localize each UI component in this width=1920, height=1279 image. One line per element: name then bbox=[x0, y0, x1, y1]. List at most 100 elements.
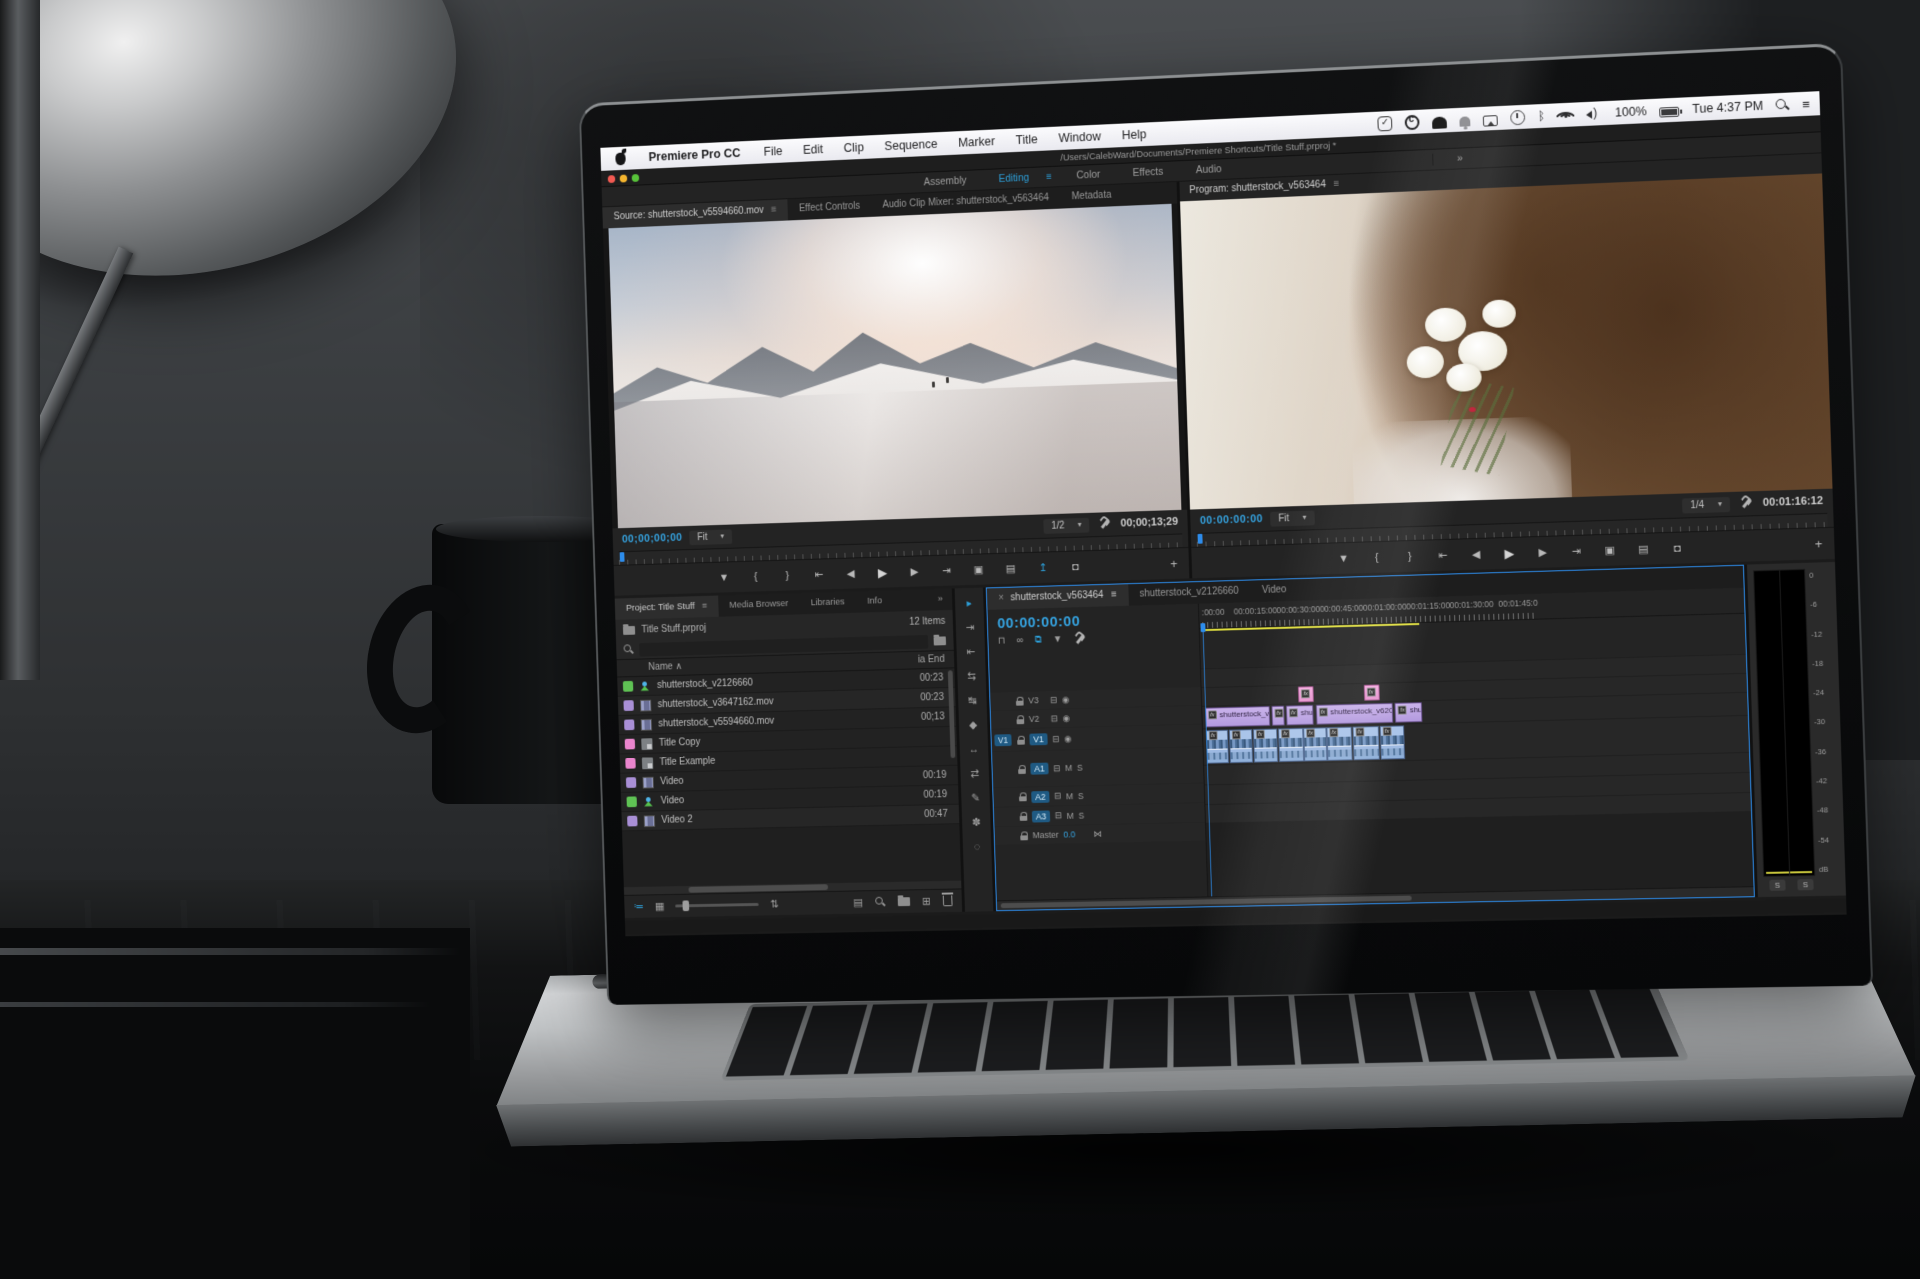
icon-view-button[interactable]: ▦ bbox=[655, 900, 665, 913]
lock-icon[interactable] bbox=[1017, 735, 1025, 744]
solo-button[interactable]: S bbox=[1078, 791, 1084, 801]
lock-icon[interactable] bbox=[1020, 812, 1028, 821]
menu-sequence[interactable]: Sequence bbox=[874, 137, 948, 154]
settings-wrench-icon[interactable] bbox=[1740, 497, 1753, 510]
mark-out-button[interactable]: } bbox=[781, 570, 794, 582]
close-icon[interactable]: × bbox=[998, 593, 1004, 604]
video-clip[interactable]: fxshutt bbox=[1395, 702, 1423, 722]
automate-to-sequence-button[interactable]: ▤ bbox=[853, 896, 863, 909]
source-playhead[interactable] bbox=[620, 552, 625, 562]
linked-selection-icon[interactable]: ∞ bbox=[1016, 635, 1023, 653]
audio-clip[interactable]: fx bbox=[1303, 727, 1327, 761]
graphics-clip[interactable]: fx bbox=[1298, 686, 1314, 702]
step-forward-button[interactable]: ▶ bbox=[908, 565, 922, 578]
menu-clip[interactable]: Clip bbox=[833, 140, 874, 155]
slide-tool[interactable]: ⇄ bbox=[966, 766, 983, 782]
rolling-edit-tool[interactable]: ⇆ bbox=[963, 669, 980, 685]
program-video-viewer[interactable] bbox=[1180, 173, 1832, 509]
video-clip[interactable]: fxshutt bbox=[1286, 705, 1314, 725]
track-options-icon[interactable]: ⊟ bbox=[1053, 763, 1061, 774]
lock-icon[interactable] bbox=[1018, 765, 1026, 774]
slip-tool[interactable]: ↔ bbox=[965, 742, 982, 758]
panel-menu-icon[interactable]: ≡ bbox=[1111, 589, 1117, 600]
find-button[interactable] bbox=[875, 897, 886, 908]
delete-button[interactable] bbox=[943, 895, 953, 906]
new-bin-button[interactable] bbox=[897, 897, 909, 906]
menu-marker[interactable]: Marker bbox=[948, 134, 1006, 150]
menubar-clock[interactable]: Tue 4:37 PM bbox=[1692, 99, 1763, 116]
add-marker-button[interactable]: ▼ bbox=[1337, 552, 1351, 564]
master-level[interactable]: 0.0 bbox=[1063, 829, 1075, 839]
notification-center-icon[interactable]: ≡ bbox=[1802, 96, 1810, 111]
thumbnail-zoom-slider[interactable] bbox=[676, 903, 760, 907]
nest-icon[interactable]: ⧉ bbox=[1035, 635, 1042, 653]
workspace-assembly[interactable]: Assembly bbox=[908, 172, 982, 191]
program-current-timecode[interactable]: 00:00:00:00 bbox=[1200, 513, 1263, 527]
menu-edit[interactable]: Edit bbox=[793, 142, 834, 157]
hand-tool[interactable]: ✽ bbox=[968, 815, 985, 831]
panel-menu-icon[interactable]: ≡ bbox=[702, 601, 707, 612]
track-options-icon[interactable]: ⊟ bbox=[1050, 713, 1058, 724]
traffic-lights[interactable] bbox=[608, 174, 640, 183]
label-chip-green[interactable] bbox=[626, 796, 636, 807]
mute-button[interactable]: M bbox=[1065, 763, 1072, 773]
lock-icon[interactable] bbox=[1019, 792, 1027, 801]
mark-in-button[interactable]: { bbox=[749, 570, 762, 582]
source-video-viewer[interactable] bbox=[603, 204, 1187, 529]
program-resolution-dropdown[interactable]: 1/4▾ bbox=[1682, 496, 1730, 513]
program-playhead[interactable] bbox=[1198, 534, 1203, 544]
solo-right-button[interactable]: S bbox=[1798, 879, 1814, 890]
panel-overflow-icon[interactable]: » bbox=[928, 588, 953, 610]
hat-menu-icon[interactable] bbox=[1432, 116, 1447, 129]
workspace-effects[interactable]: Effects bbox=[1117, 163, 1179, 181]
goto-in-button[interactable]: ⇤ bbox=[1436, 549, 1450, 562]
insert-button[interactable]: ▣ bbox=[972, 563, 986, 576]
menu-help[interactable]: Help bbox=[1111, 127, 1157, 143]
label-chip-pink[interactable] bbox=[625, 758, 635, 769]
play-button[interactable]: ▶ bbox=[876, 565, 890, 581]
bell-icon[interactable] bbox=[1459, 116, 1470, 126]
source-patch-v1[interactable]: V1 bbox=[994, 734, 1012, 746]
lift-button[interactable]: ▣ bbox=[1603, 544, 1617, 557]
track-header-master[interactable]: Master 0.0 ⋈ bbox=[994, 823, 1205, 845]
solo-left-button[interactable]: S bbox=[1770, 879, 1786, 890]
menu-app-name[interactable]: Premiere Pro CC bbox=[638, 146, 754, 165]
video-clip[interactable]: fxshutterstock_v6208448 bbox=[1315, 703, 1392, 725]
menu-title[interactable]: Title bbox=[1005, 132, 1048, 148]
label-chip-pink[interactable] bbox=[625, 739, 635, 750]
battery-icon[interactable] bbox=[1659, 107, 1679, 118]
tab-metadata[interactable]: Metadata bbox=[1060, 184, 1123, 208]
workspace-audio[interactable]: Audio bbox=[1180, 161, 1237, 179]
button-editor-plus[interactable]: + bbox=[1814, 536, 1822, 551]
panel-menu-icon[interactable]: ≡ bbox=[771, 205, 777, 216]
wifi-icon[interactable] bbox=[1558, 107, 1574, 123]
play-button[interactable]: ▶ bbox=[1502, 545, 1516, 561]
sync-lock-icon[interactable]: ◉ bbox=[1064, 733, 1072, 744]
overwrite-button[interactable]: ▤ bbox=[1004, 562, 1018, 575]
filter-bin-icon[interactable] bbox=[934, 636, 947, 645]
tab-libraries[interactable]: Libraries bbox=[799, 591, 856, 614]
airplay-icon[interactable] bbox=[1483, 115, 1498, 127]
workspace-menu-icon[interactable]: ≡ bbox=[1046, 171, 1052, 182]
marker-icon[interactable]: ▼ bbox=[1053, 634, 1063, 652]
ripple-edit-tool[interactable]: ⇤ bbox=[962, 644, 979, 660]
source-current-timecode[interactable]: 00;00;00;00 bbox=[622, 532, 683, 545]
workspace-editing[interactable]: Editing bbox=[983, 169, 1044, 187]
timeline-tab[interactable]: Video bbox=[1250, 579, 1298, 602]
audio-clip[interactable]: fx bbox=[1352, 726, 1380, 760]
new-item-button[interactable]: ⊞ bbox=[922, 895, 931, 908]
program-fit-dropdown[interactable]: Fit▾ bbox=[1270, 510, 1314, 526]
track-target-a2[interactable]: A2 bbox=[1031, 790, 1049, 802]
minimize-window-button[interactable] bbox=[620, 174, 628, 182]
apple-menu-icon[interactable] bbox=[615, 152, 626, 165]
button-editor-plus[interactable]: + bbox=[1170, 556, 1178, 571]
graphics-clip[interactable]: fx bbox=[1363, 684, 1379, 700]
panel-menu-icon[interactable]: ≡ bbox=[1333, 179, 1339, 190]
extract-button[interactable]: ▤ bbox=[1636, 543, 1650, 556]
solo-button[interactable]: S bbox=[1077, 763, 1083, 773]
close-window-button[interactable] bbox=[608, 175, 616, 183]
camera-button[interactable]: ◘ bbox=[1068, 561, 1082, 573]
camera-button[interactable]: ◘ bbox=[1670, 542, 1684, 554]
label-chip-purple[interactable] bbox=[624, 719, 634, 730]
checkmark-status-icon[interactable]: ✓ bbox=[1377, 115, 1392, 130]
